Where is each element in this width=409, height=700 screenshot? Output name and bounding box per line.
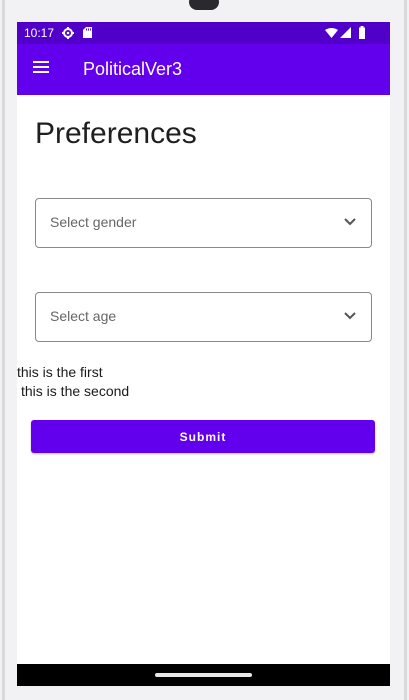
- gender-dropdown-placeholder: Select gender: [50, 214, 137, 230]
- app-title: PoliticalVer3: [83, 59, 183, 79]
- age-dropdown-placeholder: Select age: [50, 308, 117, 324]
- second-text-line: this is the second: [21, 383, 130, 399]
- chevron-down-icon: [344, 312, 356, 320]
- wifi-icon: [325, 28, 338, 38]
- navigation-bar: [17, 664, 390, 686]
- status-time: 10:17: [24, 26, 55, 40]
- home-gesture-handle[interactable]: [155, 673, 252, 677]
- submit-button[interactable]: Submit: [31, 420, 375, 453]
- screen: 10:17 PoliticalVer3 Preferences Select g…: [17, 22, 390, 686]
- device-frame: 10:17 PoliticalVer3 Preferences Select g…: [0, 0, 409, 700]
- chevron-down-icon: [344, 218, 356, 226]
- device-edge-left: [2, 0, 5, 700]
- status-bar: 10:17: [17, 22, 390, 44]
- age-dropdown[interactable]: Select age: [35, 292, 372, 342]
- sd-card-icon: [83, 27, 92, 38]
- gender-dropdown[interactable]: Select gender: [35, 198, 372, 248]
- first-text-line: this is the first: [17, 364, 103, 380]
- page-title: Preferences: [35, 117, 197, 150]
- signal-icon: [340, 27, 351, 38]
- app-bar: PoliticalVer3: [17, 44, 390, 95]
- gear-icon: [62, 27, 74, 39]
- battery-icon: [359, 26, 365, 39]
- hamburger-menu-icon[interactable]: [33, 61, 51, 75]
- device-edge-right: [404, 0, 407, 700]
- camera-notch: [189, 0, 219, 10]
